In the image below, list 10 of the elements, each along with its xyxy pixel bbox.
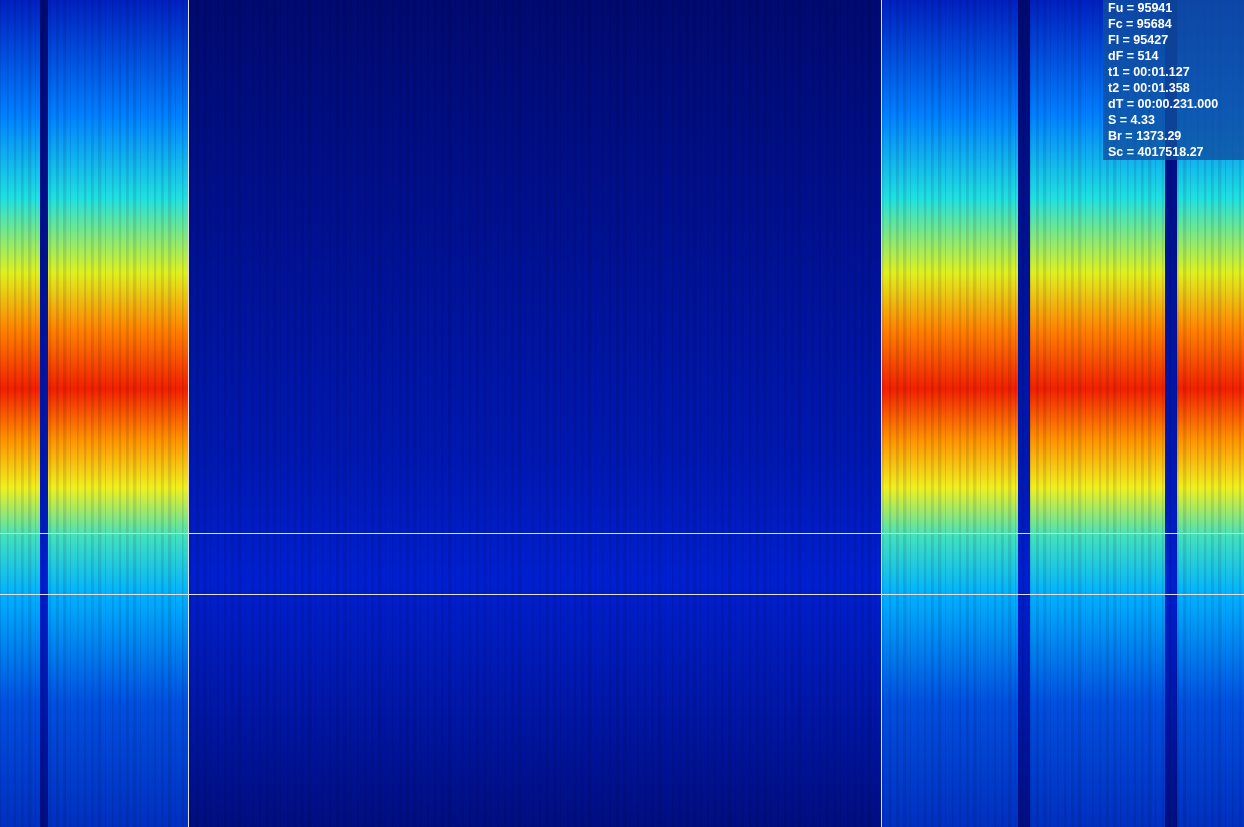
measurement-text: Sc = 4017518.27	[1108, 144, 1205, 160]
measurement-text: Fu = 95941	[1108, 0, 1174, 16]
measurement-text: dF = 514	[1108, 48, 1160, 64]
measurement-text: dT = 00:00.231.000	[1108, 96, 1220, 112]
measurement-text: Fl = 95427	[1108, 32, 1170, 48]
measurement-text: t2 = 00:01.358	[1108, 80, 1191, 96]
measurement-text: t1 = 00:01.127	[1108, 64, 1191, 80]
measurement-text: S = 4.33	[1108, 112, 1156, 128]
measurement-text: Br = 1373.29	[1108, 128, 1183, 144]
measurement-text: Fc = 95684	[1108, 16, 1173, 32]
